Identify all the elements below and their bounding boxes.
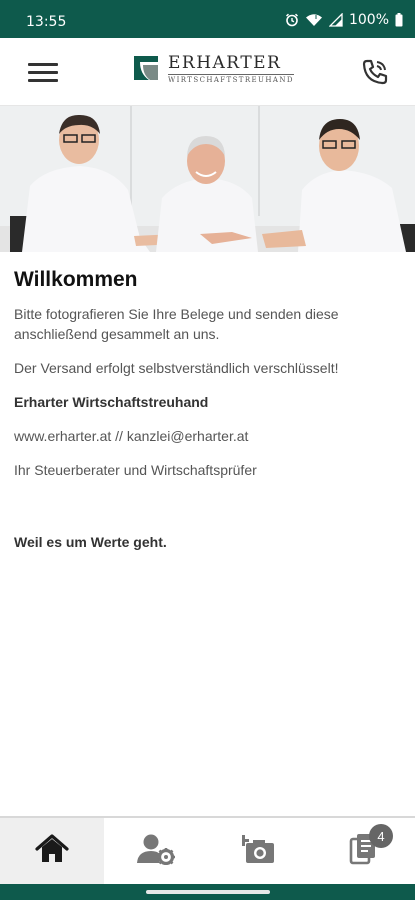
- page-title: Willkommen: [14, 268, 138, 291]
- welcome-content: Willkommen Bitte fotografieren Sie Ihre …: [14, 268, 399, 566]
- home-gesture-handle[interactable]: [146, 890, 270, 894]
- slogan: Weil es um Werte geht.: [14, 534, 167, 550]
- role-text: Ihr Steuerberater und Wirtschaftsprüfer: [14, 462, 257, 478]
- nav-documents[interactable]: 4: [311, 818, 415, 884]
- bottom-navigation: 4: [0, 816, 415, 884]
- signal-icon: [328, 13, 343, 27]
- encryption-note: Der Versand erfolgt selbstverständlich v…: [14, 360, 339, 376]
- home-icon: [35, 834, 69, 868]
- menu-button[interactable]: [28, 63, 58, 83]
- nav-add-photo[interactable]: [208, 818, 312, 884]
- battery-icon: [395, 13, 403, 27]
- hero-photo: [0, 106, 415, 252]
- hamburger-menu-icon: [28, 63, 58, 66]
- battery-percent: 100%: [348, 12, 389, 28]
- contact-info: www.erharter.at // kanzlei@erharter.at: [14, 428, 249, 444]
- app-header: ERHARTER WIRTSCHAFTSTREUHAND: [0, 38, 415, 106]
- phone-icon: [361, 59, 389, 90]
- call-button[interactable]: [361, 58, 389, 86]
- logo-subtitle: WIRTSCHAFTSTREUHAND: [168, 76, 294, 84]
- logo-mark-icon: [134, 56, 158, 80]
- hamburger-menu-line: [28, 79, 58, 82]
- status-icons: 100%: [285, 12, 403, 28]
- add-photo-icon: [238, 833, 276, 869]
- user-settings-icon: [136, 833, 175, 869]
- hamburger-menu-line: [28, 71, 58, 74]
- documents-count-badge: 4: [369, 824, 393, 848]
- nav-user-settings[interactable]: [104, 818, 208, 884]
- team-photo-image: [0, 106, 415, 252]
- company-logo: ERHARTER WIRTSCHAFTSTREUHAND: [134, 54, 294, 90]
- status-time: 13:55: [26, 14, 67, 30]
- logo-name: ERHARTER: [168, 53, 282, 73]
- nav-home[interactable]: [0, 818, 104, 884]
- status-bar: 13:55 100%: [0, 0, 415, 38]
- system-gesture-bar: [0, 884, 415, 900]
- wifi-icon: [305, 13, 323, 27]
- logo-divider: [168, 74, 294, 75]
- company-name: Erharter Wirtschaftstreuhand: [14, 394, 209, 410]
- alarm-icon: [285, 13, 299, 27]
- intro-text: Bitte fotografieren Sie Ihre Belege und …: [14, 306, 339, 342]
